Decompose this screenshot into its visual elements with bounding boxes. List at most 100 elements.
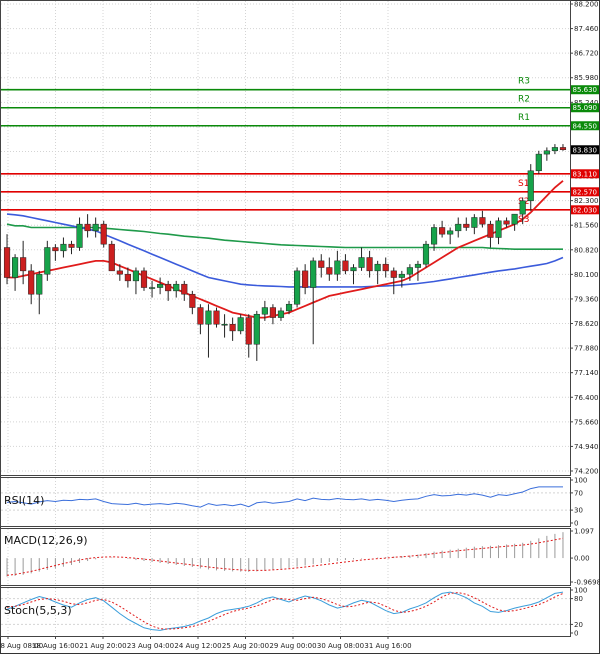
level-name-r1: R1 [518, 113, 530, 123]
main-ytick-label: 88.200 [574, 1, 599, 9]
candle-body [36, 273, 43, 295]
candle-body [245, 317, 252, 345]
main-ytick-label: 74.200 [574, 468, 599, 476]
level-price-label: 82.030 [573, 206, 598, 214]
macd-ytick-label: 0.00 [574, 555, 590, 563]
candle-body [100, 223, 107, 245]
candle-body [20, 257, 27, 272]
candle-body [455, 223, 462, 232]
main-ytick-label: 81.560 [574, 222, 599, 230]
candle-body [108, 243, 115, 272]
candle-body [140, 270, 148, 288]
main-ytick-label: 87.460 [574, 25, 599, 33]
chart-canvas: 88.20087.46086.72085.98085.24084.50083.7… [0, 0, 600, 654]
candle-body [543, 150, 550, 155]
rsi-title: RSI(14) [4, 494, 44, 507]
x-tick-label: 21 Aug 20:00 [79, 642, 126, 650]
stoch-ytick-label: 0 [574, 630, 578, 638]
candle-body [68, 243, 75, 248]
candle-body [44, 247, 51, 275]
x-tick-label: 24 Aug 12:00 [174, 642, 221, 650]
candle-body [269, 307, 276, 318]
main-ytick-label: 74.940 [574, 443, 599, 451]
stoch-ytick-label: 20 [574, 621, 583, 629]
main-ytick-label: 80.100 [574, 271, 599, 279]
candle-body [374, 263, 381, 272]
candle-body [60, 243, 67, 252]
candle-body [253, 313, 260, 345]
candle-body [406, 267, 413, 275]
candle-body [527, 170, 534, 202]
level-name-r3: R3 [518, 77, 530, 87]
candle-body [503, 220, 510, 225]
main-price-panel [0, 0, 571, 476]
main-ytick-label: 77.140 [574, 369, 599, 377]
main-ytick-label: 80.820 [574, 246, 599, 254]
level-price-label: 82.570 [573, 188, 598, 196]
candle-body [422, 243, 430, 265]
candle-body [519, 200, 526, 215]
main-ytick-label: 76.400 [574, 394, 599, 402]
candle-body [285, 303, 293, 312]
main-ytick-label: 85.980 [574, 74, 599, 82]
stoch-title: Stoch(5,5,3) [4, 604, 72, 617]
candle-body [84, 223, 91, 232]
candle-body [495, 220, 502, 238]
x-tick-label: 23 Aug 04:00 [127, 642, 174, 650]
candle-body [342, 260, 349, 272]
candle-body [559, 147, 567, 151]
candle-body [148, 287, 156, 289]
candle-body [261, 307, 268, 315]
candle-body [197, 307, 204, 325]
stoch-ytick-label: 80 [574, 595, 583, 603]
candle-body [3, 247, 11, 278]
candle-body [165, 283, 172, 292]
level-price-label: 85.090 [573, 104, 598, 112]
rsi-ytick-label: 30 [574, 507, 583, 515]
x-tick-label: 18 Aug 16:00 [32, 642, 79, 650]
main-ytick-label: 86.720 [574, 50, 599, 58]
level-price-label: 84.550 [573, 122, 598, 130]
level-price-label: 85.630 [573, 86, 598, 94]
x-tick-label: 31 Aug 16:00 [364, 642, 411, 650]
candle-body [116, 270, 123, 275]
candle-body [173, 283, 180, 292]
candle-body [318, 260, 325, 268]
candle-body [511, 213, 518, 225]
candle-body [366, 257, 373, 272]
candle-body [326, 267, 333, 275]
candle-body [213, 310, 220, 325]
macd-ytick-label: -0.9698 [574, 579, 600, 587]
rsi-ytick-label: 70 [574, 489, 583, 497]
x-tick-label: 29 Aug 00:00 [269, 642, 316, 650]
candle-body [92, 223, 99, 232]
level-name-s3: S3 [518, 215, 529, 225]
stoch-panel [0, 587, 571, 637]
candle-body [398, 273, 405, 278]
stoch-ytick-label: 100 [574, 587, 587, 595]
candle-body [12, 257, 19, 278]
level-name-r2: R2 [518, 95, 530, 105]
current-price-label: 83.830 [573, 146, 598, 154]
candle-body [551, 147, 558, 152]
main-ytick-label: 82.300 [574, 197, 599, 205]
candle-body [294, 270, 301, 305]
candle-body [414, 263, 422, 268]
candle-body [52, 247, 59, 252]
candle-body [237, 317, 244, 332]
candle-body [132, 270, 140, 282]
candle-body [310, 260, 317, 288]
candle-body [463, 223, 470, 228]
macd-title: MACD(12,26,9) [4, 534, 88, 547]
candle-body [157, 283, 164, 288]
candle-body [205, 310, 212, 325]
candle-body [302, 270, 309, 288]
candle-body [439, 227, 446, 235]
candle-body [390, 270, 397, 278]
macd-ytick-label: 1.097 [574, 528, 594, 536]
candle-body [535, 153, 542, 172]
candle-body [382, 263, 389, 272]
main-ytick-label: 75.660 [574, 418, 599, 426]
candle-body [189, 293, 196, 308]
main-ytick-label: 78.620 [574, 320, 599, 328]
